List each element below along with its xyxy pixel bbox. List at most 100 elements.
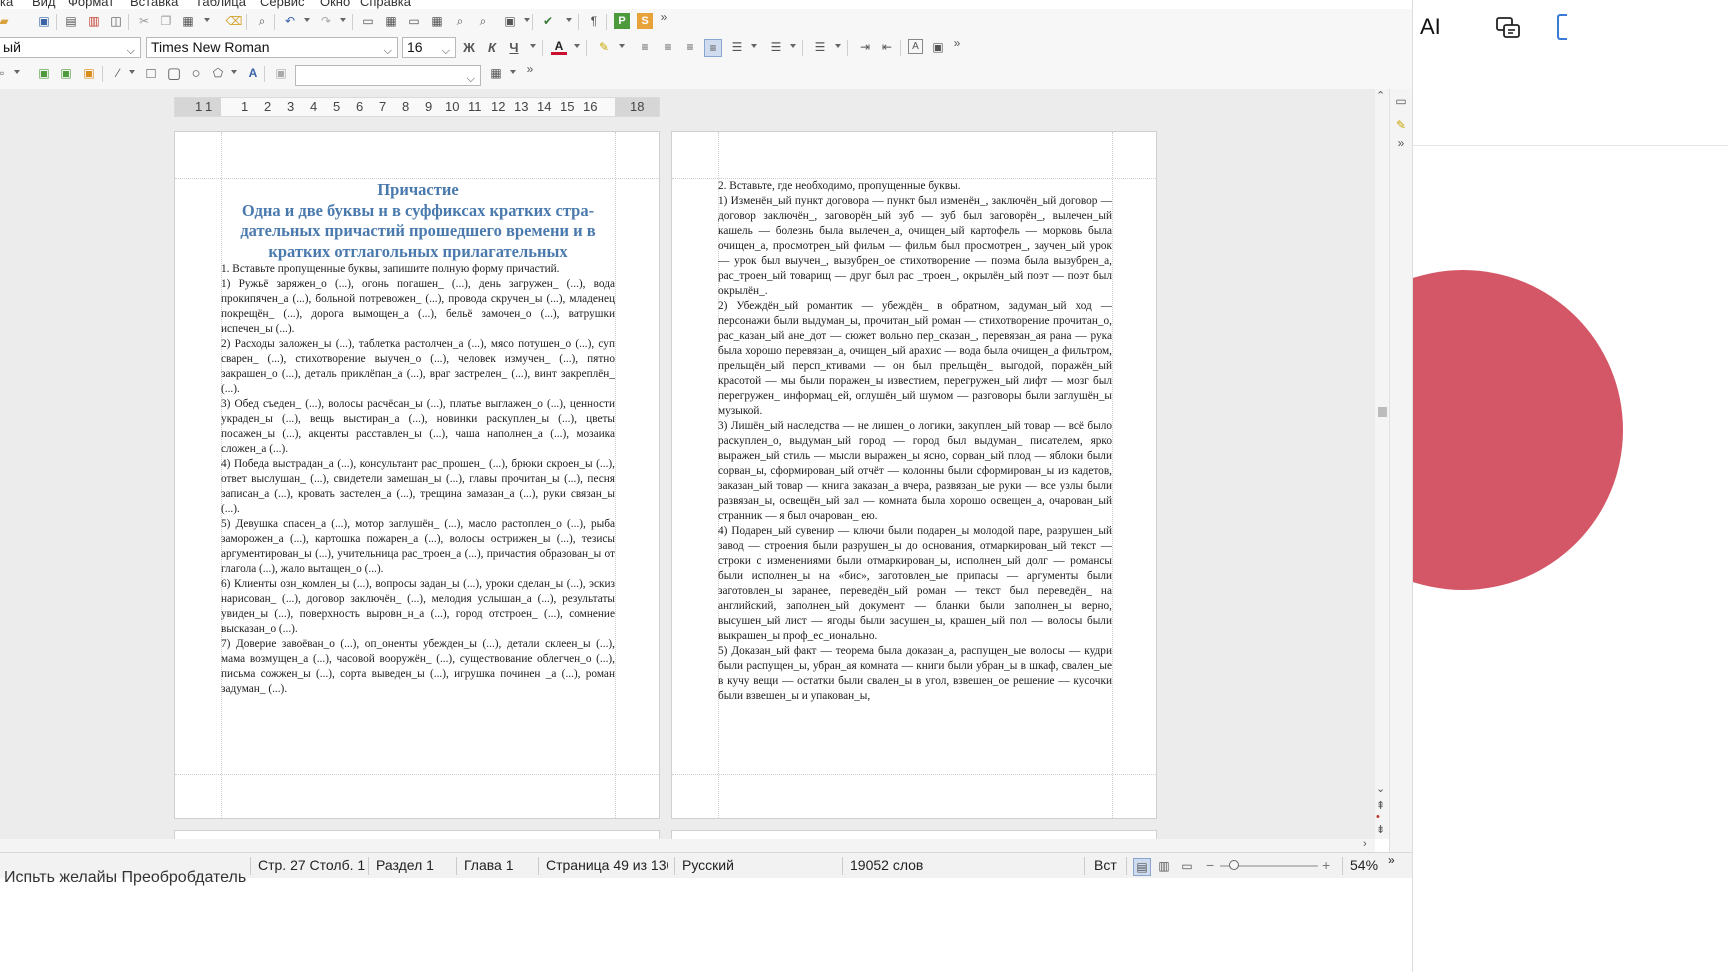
more-drawing-icon[interactable]: »: [522, 61, 538, 77]
insert-special-icon[interactable]: ▣: [502, 13, 518, 29]
horizontal-scrollbar[interactable]: ›: [0, 838, 1375, 852]
navigate-dot-icon[interactable]: •: [1376, 811, 1380, 823]
open-folder-icon[interactable]: ▰: [0, 13, 12, 29]
page-left[interactable]: Причастие Одна и две буквы н в суффиксах…: [174, 131, 660, 819]
plugin-s-icon[interactable]: S: [637, 13, 653, 29]
sidebar-more-icon[interactable]: »: [1393, 135, 1409, 151]
borders-icon[interactable]: ▦: [488, 65, 504, 81]
export-pdf-icon[interactable]: ▥: [86, 13, 102, 29]
paste-icon[interactable]: ▦: [180, 13, 196, 29]
spellcheck-icon[interactable]: ✔: [540, 13, 556, 29]
status-section[interactable]: Раздел 1: [376, 857, 434, 873]
form-wizard-icon[interactable]: ▣: [81, 65, 97, 81]
menu-item-help[interactable]: Справка: [360, 0, 411, 9]
status-language[interactable]: Русский: [682, 857, 734, 873]
outline-list-icon[interactable]: ☰: [812, 39, 828, 55]
select-object-icon[interactable]: ▣: [273, 65, 289, 81]
more-tools-icon[interactable]: »: [656, 9, 672, 25]
print-icon[interactable]: ▤: [63, 13, 79, 29]
line-tool-icon[interactable]: ∕: [110, 65, 126, 81]
scroll-up-icon[interactable]: ⌃: [1376, 89, 1385, 102]
next-page-left[interactable]: [174, 830, 660, 839]
align-center-icon[interactable]: ≡: [660, 39, 676, 55]
paragraph-style-combo[interactable]: ый ⌵: [0, 37, 141, 58]
insert-textbox-icon[interactable]: ▭: [360, 13, 376, 29]
scroll-down-icon[interactable]: ⌄: [1376, 782, 1385, 795]
book-view-icon[interactable]: ▭: [1179, 858, 1195, 874]
more-formatting-icon[interactable]: »: [949, 35, 965, 51]
insert-chart-icon[interactable]: ▦: [429, 13, 445, 29]
status-more-icon[interactable]: »: [1388, 853, 1395, 867]
find-icon[interactable]: ⌕: [254, 13, 270, 29]
bold-button[interactable]: Ж: [461, 39, 477, 55]
align-right-icon[interactable]: ≡: [682, 39, 698, 55]
save-icon[interactable]: ▣: [36, 13, 52, 29]
font-size-combo[interactable]: 16 ⌵: [402, 37, 456, 58]
styles-icon[interactable]: ✎: [1393, 117, 1409, 133]
page-left-body[interactable]: Причастие Одна и две буквы н в суффиксах…: [221, 180, 615, 697]
page-right-body[interactable]: 2. Вставьте, где необходимо, пропущенные…: [718, 179, 1112, 773]
zoom-slider-thumb[interactable]: [1229, 860, 1239, 870]
undo-icon[interactable]: ↶: [282, 13, 298, 29]
font-color-button[interactable]: А: [551, 39, 567, 55]
menu-item[interactable]: ка: [0, 0, 13, 9]
decrease-indent-icon[interactable]: ⇤: [879, 39, 895, 55]
page-right[interactable]: 2. Вставьте, где необходимо, пропущенные…: [671, 131, 1157, 819]
menu-item-window[interactable]: Окно: [320, 0, 350, 9]
redo-icon[interactable]: ↷: [318, 13, 334, 29]
menu-item-format[interactable]: Формат: [68, 0, 114, 9]
underline-button[interactable]: Ч: [506, 39, 522, 55]
shapes-icon[interactable]: ⬠: [210, 65, 226, 81]
insert-field-icon[interactable]: ▭: [406, 13, 422, 29]
zoom-slider[interactable]: [1220, 860, 1318, 870]
clone-formatting-icon[interactable]: ⌫: [226, 13, 243, 29]
next-page-right[interactable]: [671, 830, 1157, 839]
status-page[interactable]: Страница 49 из 130: [546, 857, 668, 873]
scroll-right-icon[interactable]: ›: [1363, 838, 1367, 850]
single-page-view-icon[interactable]: ▤: [1133, 858, 1151, 876]
cut-icon[interactable]: ✂: [136, 13, 152, 29]
zoom-out-button[interactable]: −: [1206, 857, 1214, 873]
paragraph-format-icon[interactable]: ▣: [930, 39, 946, 55]
justify-icon[interactable]: ≡: [704, 39, 722, 57]
ai-button[interactable]: AI: [1420, 14, 1441, 40]
numbered-list-icon[interactable]: ☰: [768, 39, 784, 55]
menu-item-table[interactable]: Таблица: [195, 0, 246, 9]
next-page-icon[interactable]: ⇟: [1376, 823, 1385, 836]
copy-icon[interactable]: ❐: [158, 13, 174, 29]
character-format-icon[interactable]: A: [908, 39, 923, 54]
horizontal-ruler[interactable]: 1 1 1 2 3 4 5 6 7 8 9 10 11 12 13 14 15 …: [174, 97, 660, 117]
form-design-icon[interactable]: ▣: [58, 65, 74, 81]
scroll-thumb[interactable]: [1378, 407, 1387, 417]
increase-indent-icon[interactable]: ⇥: [857, 39, 873, 55]
align-left-icon[interactable]: ≡: [637, 39, 653, 55]
multi-page-view-icon[interactable]: ▥: [1156, 858, 1172, 874]
status-zoom[interactable]: 54%: [1350, 857, 1378, 873]
ole-object-icon[interactable]: ▫: [0, 65, 10, 81]
plugin-p-icon[interactable]: P: [614, 13, 630, 29]
highlight-icon[interactable]: ✎: [596, 39, 612, 55]
rectangle-tool-icon[interactable]: □: [143, 65, 159, 82]
app-icon[interactable]: [1557, 14, 1567, 40]
bullet-list-icon[interactable]: ☰: [729, 39, 745, 55]
zoom-in-button[interactable]: +: [1322, 857, 1330, 873]
status-insert-mode[interactable]: Вст: [1094, 857, 1117, 873]
status-word-count[interactable]: 19052 слов: [850, 857, 923, 873]
object-style-combo[interactable]: ⌵: [295, 65, 481, 86]
zoom-out-icon[interactable]: ⌕: [475, 13, 491, 29]
menu-item-tools[interactable]: Сервис: [260, 0, 305, 9]
fontwork-icon[interactable]: A: [245, 65, 261, 81]
italic-button[interactable]: К: [484, 39, 500, 55]
form-control-icon[interactable]: ▣: [36, 65, 52, 81]
menu-item-insert[interactable]: Вставка: [130, 0, 178, 9]
properties-icon[interactable]: ▭: [1393, 93, 1409, 109]
ellipse-tool-icon[interactable]: ○: [188, 65, 204, 82]
rounded-rect-tool-icon[interactable]: ▢: [166, 65, 182, 82]
formatting-marks-icon[interactable]: ¶: [586, 13, 602, 29]
menu-item-view[interactable]: Вид: [32, 0, 56, 9]
document-canvas[interactable]: 1 1 1 2 3 4 5 6 7 8 9 10 11 12 13 14 15 …: [0, 89, 1375, 839]
zoom-in-icon[interactable]: ⌕: [452, 13, 468, 29]
insert-table-icon[interactable]: ▦: [383, 13, 399, 29]
print-preview-icon[interactable]: ◫: [108, 13, 124, 29]
chat-icon[interactable]: [1495, 15, 1521, 41]
